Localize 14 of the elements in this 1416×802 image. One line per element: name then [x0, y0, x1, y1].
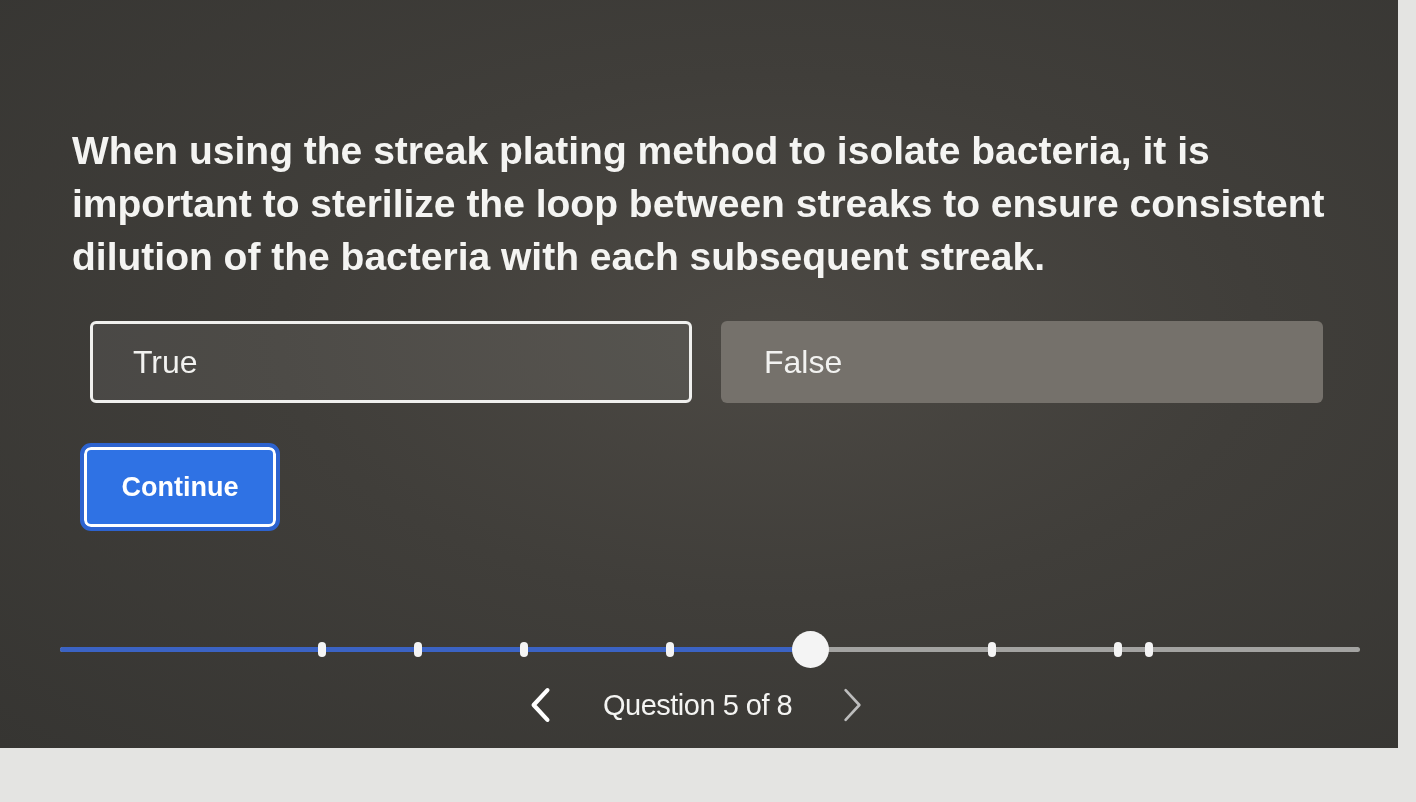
step-marker-icon[interactable] — [317, 641, 326, 657]
answer-option[interactable]: True — [90, 321, 692, 403]
continue-button[interactable]: Continue — [80, 443, 280, 531]
step-marker-icon[interactable] — [413, 641, 422, 657]
chevron-left-icon — [529, 687, 551, 723]
step-marker-icon[interactable] — [988, 641, 997, 657]
step-marker-icon[interactable] — [665, 641, 674, 657]
step-marker-icon[interactable] — [1145, 641, 1154, 657]
answer-option[interactable]: False — [721, 321, 1323, 403]
current-step-icon[interactable] — [792, 630, 830, 668]
question-counter: Question 5 of 8 — [603, 688, 793, 722]
step-marker-icon[interactable] — [1114, 641, 1123, 657]
question-text: When using the streak plating method to isolate bacteria, it is important to sterilize the loop between streaks to ensure consistent dilution of the bacteria with each subsequent streak. — [72, 128, 1326, 280]
step-marker-icon[interactable] — [520, 641, 529, 657]
